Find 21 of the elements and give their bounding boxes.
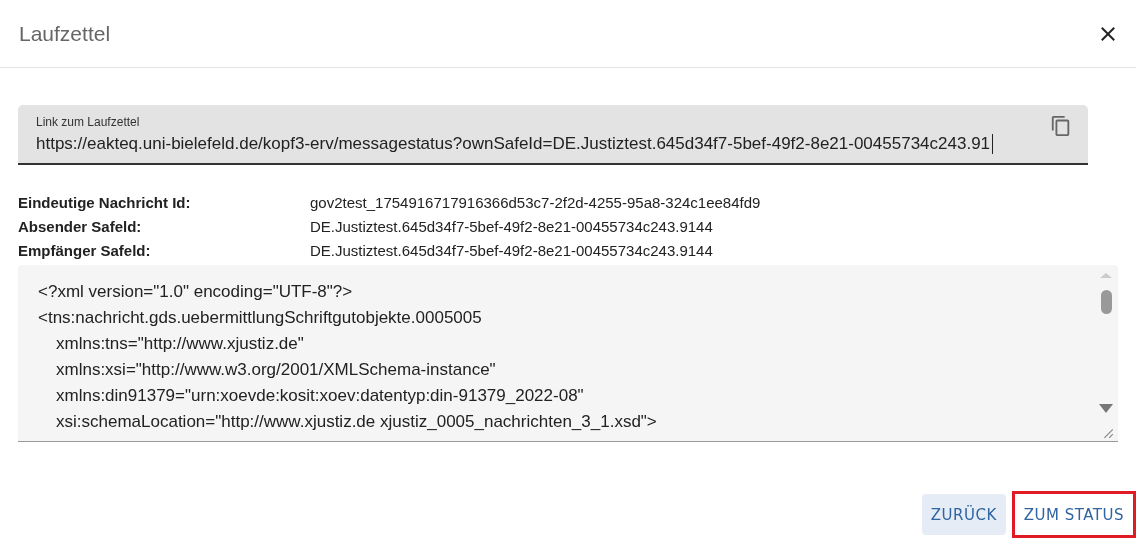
xml-line: xsi:schemaLocation="http://www.xjustiz.de xjustiz_0005_nachrichten_3_1.xsd">: [55, 411, 657, 433]
close-icon[interactable]: [1100, 25, 1116, 42]
xml-line: xmlns:tns="http://www.xjustiz.de": [55, 333, 304, 355]
copy-icon[interactable]: [1050, 114, 1072, 138]
link-field[interactable]: Link zum Laufzettel https://eakteq.uni-bielefeld.de/kopf3-erv/messagestatus?ownSafeId=DE.Justiztest.645d34f7-5bef-49f2-8e21-00455734c243.91: [18, 105, 1088, 165]
scrollbar[interactable]: [1100, 273, 1112, 413]
dialog-title: Laufzettel: [19, 21, 111, 46]
xml-line: xmlns:din91379="urn:xoevde:kosit:xoev:datentyp:din-91379_2022-08": [55, 385, 584, 407]
detail-label: Eindeutige Nachricht Id:: [18, 194, 191, 212]
xml-line: <tns:nachricht.gds.uebermittlungSchriftgutobjekte.0005005: [38, 307, 482, 329]
detail-label: Absender Safeld:: [18, 218, 142, 236]
xml-line: xmlns:xsi="http://www.w3.org/2001/XMLSchema-instance": [55, 359, 496, 381]
resize-grip-icon[interactable]: [1102, 427, 1114, 439]
detail-label: Empfänger Safeld:: [18, 242, 151, 260]
xml-line: <?xml version="1.0" encoding="UTF-8"?>: [38, 281, 353, 303]
detail-value: DE.Justiztest.645d34f7-5bef-49f2-8e21-00455734c243.9144: [310, 242, 713, 260]
xml-text-area[interactable]: [18, 265, 1118, 442]
detail-value: DE.Justiztest.645d34f7-5bef-49f2-8e21-00455734c243.9144: [310, 218, 713, 236]
detail-value: gov2test_1754916717916366d53c7-2f2d-4255-95a8-324c1ee84fd9: [310, 194, 761, 212]
back-button[interactable]: ZURÜCK: [921, 494, 1006, 535]
status-button[interactable]: ZUM STATUS: [1014, 494, 1133, 535]
